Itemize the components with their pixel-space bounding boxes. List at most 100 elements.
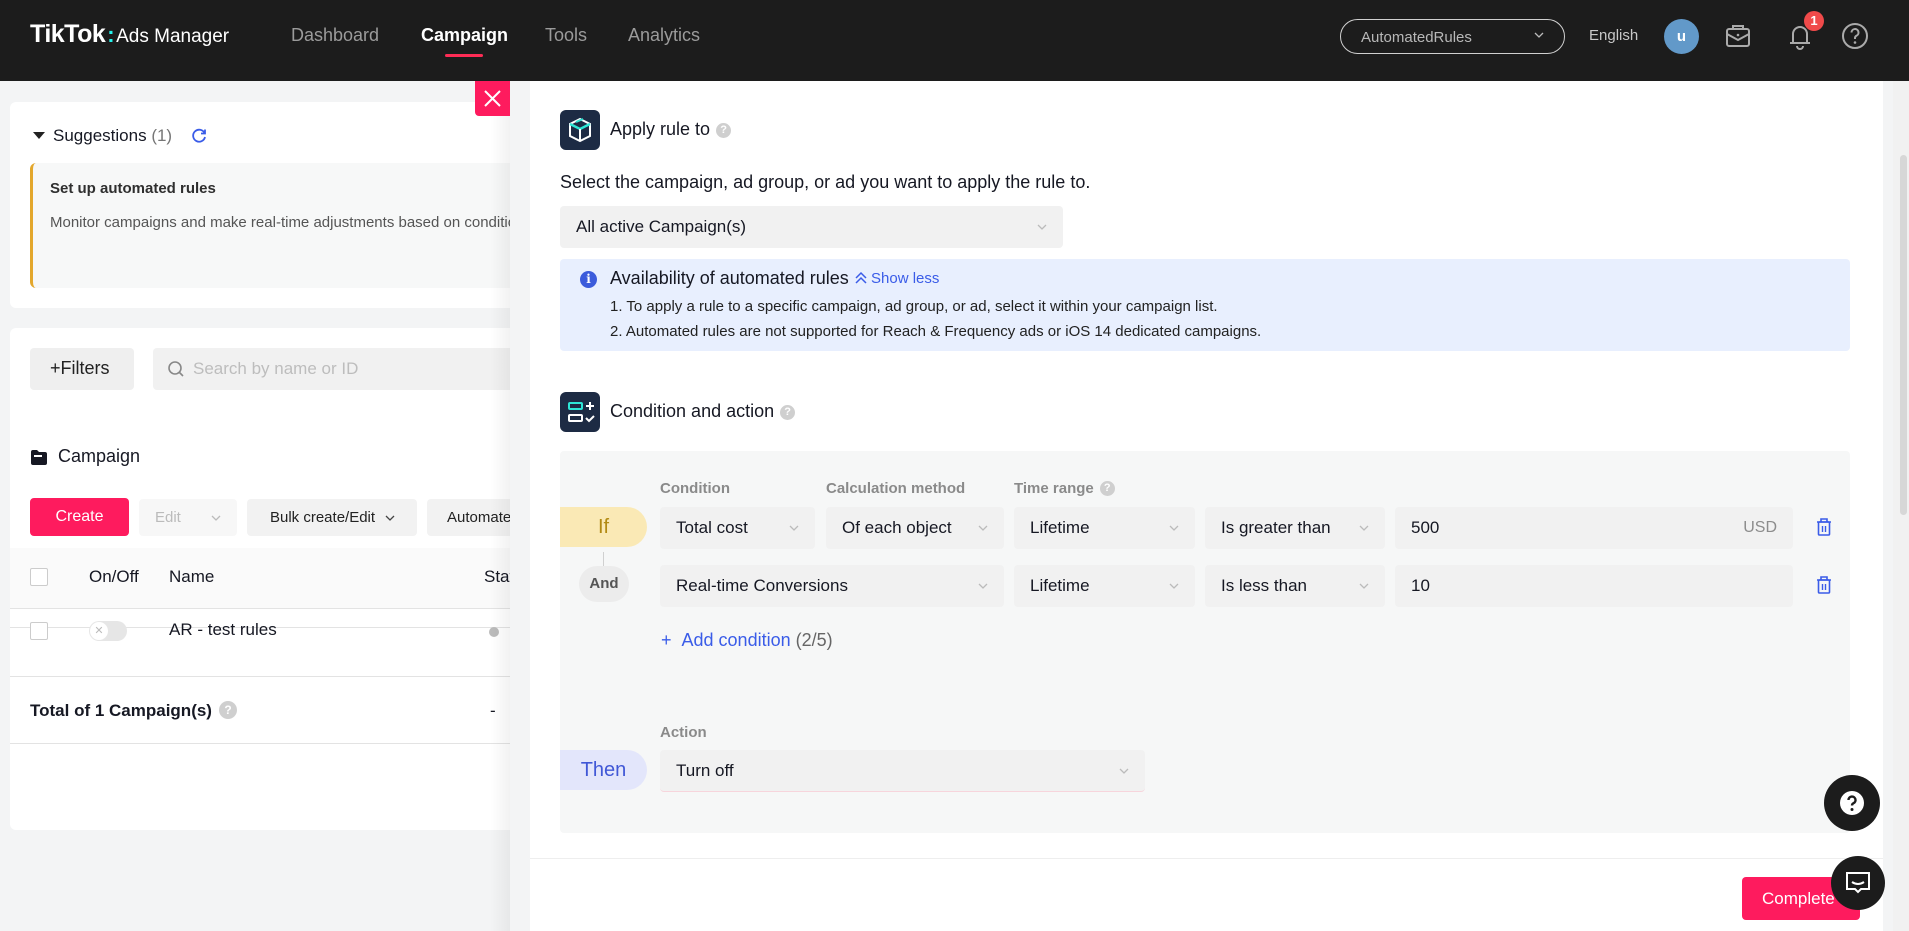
close-icon (484, 90, 501, 107)
chevron-down-icon (978, 525, 988, 531)
time-range-column-label: Time range? (1014, 480, 1115, 497)
language-switcher[interactable]: English (1589, 27, 1638, 44)
campaign-on-off-toggle[interactable]: ✕ (89, 621, 127, 641)
select-all-checkbox[interactable] (30, 568, 48, 586)
chevron-down-icon (1359, 583, 1369, 589)
search-input[interactable]: Search by name or ID (153, 348, 510, 390)
table-header (10, 548, 510, 608)
create-button[interactable]: Create (30, 498, 129, 536)
nav-dashboard[interactable]: Dashboard (291, 25, 379, 46)
row-checkbox[interactable] (30, 622, 48, 640)
suggestions-card: Suggestions (1) Set up automated rules M… (10, 102, 510, 308)
collapse-triangle-icon[interactable] (33, 132, 45, 139)
tab-campaign[interactable]: Campaign (10, 430, 410, 485)
toggle-off-icon: ✕ (90, 622, 108, 640)
total-label: Total of 1 Campaign(s) (30, 701, 212, 720)
tab-campaign-label: Campaign (58, 446, 141, 466)
divider (10, 743, 510, 744)
notification-badge: 1 (1804, 11, 1824, 31)
time-range-label: Time range (1014, 480, 1094, 497)
help-icon[interactable]: ? (716, 123, 732, 138)
operator-select[interactable]: Is less than (1205, 565, 1385, 607)
nav-tools[interactable]: Tools (545, 25, 587, 46)
if-pill: If (560, 507, 647, 547)
logo-sub: Ads Manager (116, 26, 230, 47)
suggestion-item[interactable]: Set up automated rules Monitor campaigns… (30, 163, 510, 288)
help-icon[interactable] (1839, 20, 1871, 52)
account-select[interactable]: AutomatedRules (1340, 19, 1565, 54)
condition-value-input[interactable]: 500 USD (1395, 507, 1793, 549)
info-item: 1. To apply a rule to a specific campaig… (610, 298, 1218, 315)
condition-metric-select[interactable]: Real-time Conversions (660, 565, 1004, 607)
condition-metric-select[interactable]: Total cost (660, 507, 815, 549)
operator-select[interactable]: Is greater than (1205, 507, 1385, 549)
user-avatar[interactable]: u (1664, 19, 1699, 54)
delete-condition-icon[interactable] (1815, 575, 1833, 595)
filters-button[interactable]: +Filters (30, 348, 134, 390)
add-condition-button[interactable]: + Add condition (2/5) (661, 630, 833, 651)
apply-rule-description: Select the campaign, ad group, or ad you… (560, 172, 1091, 192)
time-range-select[interactable]: Lifetime (1014, 507, 1195, 549)
select-value: Turn off (676, 760, 734, 780)
condition-checklist-icon (560, 392, 600, 432)
show-less-toggle[interactable]: Show less (855, 270, 939, 287)
apply-rule-title: Apply rule to? (610, 119, 732, 140)
suggestion-title: Set up automated rules (50, 180, 216, 197)
campaign-name-link[interactable]: AR - test rules (169, 620, 277, 640)
chevron-down-icon (211, 515, 221, 521)
close-drawer-button[interactable] (475, 81, 510, 116)
logo-brand: TikTok (30, 20, 106, 48)
input-value: 10 (1411, 576, 1430, 595)
add-condition-label: Add condition (681, 630, 791, 650)
double-chevron-up-icon (855, 271, 867, 284)
divider (10, 608, 510, 609)
search-icon (168, 361, 184, 377)
question-circle-icon (1840, 791, 1864, 815)
calculation-method-select[interactable]: Of each object (826, 507, 1004, 549)
refresh-icon[interactable] (190, 127, 208, 145)
logo-colon: : (107, 22, 115, 47)
then-pill: Then (560, 750, 647, 790)
help-icon[interactable]: ? (780, 405, 796, 420)
filters-label: Filters (60, 358, 110, 378)
apply-rule-title-text: Apply rule to (610, 119, 711, 139)
chevron-down-icon (1169, 525, 1179, 531)
suggestion-description: Monitor campaigns and make real-time adj… (50, 214, 510, 231)
condition-count: (2/5) (795, 630, 833, 650)
chat-support-button[interactable] (1831, 856, 1885, 910)
select-value: Is less than (1221, 576, 1307, 595)
help-center-button[interactable] (1824, 775, 1880, 831)
action-column-label: Action (660, 724, 707, 741)
nav-campaign[interactable]: Campaign (421, 25, 508, 46)
info-icon: i (580, 271, 597, 288)
select-value: Total cost (676, 518, 748, 537)
folder-icon (31, 450, 47, 465)
availability-info-box: i Availability of automated rules Show l… (560, 259, 1850, 351)
input-value: 500 (1411, 518, 1440, 537)
condition-action-title-text: Condition and action (610, 401, 775, 421)
select-value: Real-time Conversions (676, 576, 848, 595)
briefcase-icon[interactable] (1722, 20, 1754, 52)
nav-analytics[interactable]: Analytics (628, 25, 700, 46)
delete-condition-icon[interactable] (1815, 517, 1833, 537)
help-icon[interactable]: ? (219, 701, 237, 719)
apply-rule-target-select[interactable]: All active Campaign(s) (560, 206, 1063, 248)
help-icon[interactable]: ? (1099, 481, 1115, 496)
select-value: Lifetime (1030, 518, 1090, 537)
chevron-down-icon (385, 515, 395, 521)
suggestions-title: Suggestions (1) (53, 126, 172, 146)
action-select[interactable]: Turn off (660, 750, 1145, 792)
condition-value-input[interactable]: 10 (1395, 565, 1793, 607)
column-on-off[interactable]: On/Off (89, 567, 139, 587)
tiktok-ads-manager-logo[interactable]: TikTok: Ads Manager (30, 20, 229, 49)
bulk-create-edit-dropdown[interactable]: Bulk create/Edit (247, 499, 417, 536)
chevron-down-icon (1119, 768, 1129, 774)
condition-column-label: Condition (660, 480, 730, 497)
chat-bubble-icon (1846, 872, 1870, 894)
edit-dropdown[interactable]: Edit (139, 499, 237, 536)
time-range-select[interactable]: Lifetime (1014, 565, 1195, 607)
divider (10, 676, 510, 677)
scrollbar-thumb[interactable] (1900, 155, 1907, 515)
nav-active-indicator (445, 54, 483, 57)
column-name[interactable]: Name (169, 567, 214, 587)
